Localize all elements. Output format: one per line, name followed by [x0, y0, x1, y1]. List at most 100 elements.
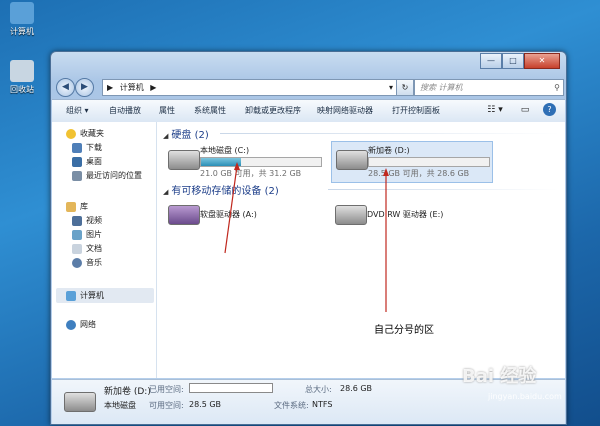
properties-button[interactable]: 属性: [159, 100, 175, 122]
nav-network[interactable]: 网络: [66, 318, 96, 332]
nav-music[interactable]: 音乐: [72, 256, 102, 270]
nav-downloads-label: 下载: [86, 143, 102, 152]
nav-documents[interactable]: 文档: [72, 242, 102, 256]
drive-d-free-space: 28.5 GB 可用，共 28.6 GB: [368, 169, 470, 178]
watermark-logo: Bai 经验: [462, 366, 537, 387]
maximize-button[interactable]: □: [502, 53, 524, 69]
details-free-label: 可用空间:: [149, 401, 184, 410]
map-network-drive-button[interactable]: 映射网络驱动器: [317, 100, 373, 122]
recycle-bin-icon: [10, 60, 34, 82]
nav-favorites-label: 收藏夹: [80, 129, 104, 138]
desktop-recycle-bin-icon[interactable]: 回收站: [0, 60, 44, 95]
file-list: ◢ 硬盘 (2) 本地磁盘 (C:) 21.0 GB 可用，共 31.2 GB 新…: [158, 122, 565, 378]
minimize-button[interactable]: —: [480, 53, 502, 69]
computer-icon: [10, 2, 34, 24]
details-drive-name: 新加卷 (D:): [104, 387, 151, 397]
computer-icon: [66, 290, 76, 301]
hard-disks-group-header[interactable]: ◢ 硬盘 (2): [163, 126, 209, 141]
star-icon: [66, 128, 76, 139]
library-icon: [66, 201, 76, 212]
desktop-computer-icon[interactable]: 计算机: [0, 2, 44, 37]
organize-menu[interactable]: 组织 ▾: [66, 100, 89, 122]
desktop-icon: [72, 156, 82, 167]
caption-buttons: — □ ✕: [480, 53, 560, 69]
music-icon: [72, 257, 82, 268]
navigation-pane: 收藏夹 下载 桌面 最近访问的位置 库 视频 图片 文档 音乐 计算机 网络: [52, 122, 157, 378]
details-total-label: 总大小:: [305, 385, 332, 394]
collapse-triangle-icon[interactable]: ◢: [163, 188, 168, 196]
nav-recent-places-label: 最近访问的位置: [86, 171, 142, 180]
details-filesystem-label: 文件系统:: [274, 401, 309, 410]
nav-pictures[interactable]: 图片: [72, 228, 102, 242]
nav-downloads[interactable]: 下载: [72, 141, 102, 155]
details-drive-type: 本地磁盘: [104, 401, 136, 410]
drive-c[interactable]: 本地磁盘 (C:) 21.0 GB 可用，共 31.2 GB: [164, 142, 329, 182]
hard-drive-windows-icon: [168, 150, 200, 170]
navigation-bar: ◀ ▶ ▶ 计算机 ▶ ▾ ↻ 搜索 计算机 ⚲: [56, 77, 564, 97]
drive-d-usage-bar: [368, 157, 490, 167]
open-control-panel-button[interactable]: 打开控制面板: [392, 100, 440, 122]
nav-libraries-label: 库: [80, 202, 88, 211]
details-free-value: 28.5 GB: [189, 400, 222, 409]
autoplay-button[interactable]: 自动播放: [109, 100, 141, 122]
pictures-icon: [72, 229, 82, 240]
recent-places-icon: [72, 170, 82, 181]
content-area: 收藏夹 下载 桌面 最近访问的位置 库 视频 图片 文档 音乐 计算机 网络 ◢…: [52, 122, 565, 378]
documents-icon: [72, 243, 82, 254]
removable-title: 有可移动存储的设备 (2): [171, 186, 279, 197]
dvd-drive-e[interactable]: DVD RW 驱动器 (E:): [331, 201, 491, 227]
refresh-button[interactable]: ↻: [396, 79, 414, 96]
command-bar: 组织 ▾ 自动播放 属性 系统属性 卸载或更改程序 映射网络驱动器 打开控制面板…: [52, 99, 565, 123]
nav-music-label: 音乐: [86, 258, 102, 267]
search-input[interactable]: 搜索 计算机 ⚲: [414, 79, 564, 96]
nav-computer-label: 计算机: [80, 291, 104, 300]
collapse-triangle-icon[interactable]: ◢: [163, 132, 168, 140]
forward-button[interactable]: ▶: [75, 78, 94, 97]
drive-c-free-space: 21.0 GB 可用，共 31.2 GB: [200, 169, 302, 178]
preview-pane-icon[interactable]: ▭: [519, 103, 531, 118]
view-options-icon[interactable]: ☷ ▾: [484, 103, 506, 118]
address-dropdown-icon[interactable]: ▾: [389, 80, 393, 95]
removable-group-header[interactable]: ◢ 有可移动存储的设备 (2): [163, 182, 279, 197]
nav-desktop[interactable]: 桌面: [72, 155, 102, 169]
desktop-recycle-bin-label: 回收站: [10, 85, 34, 94]
dvd-drive-icon: [335, 205, 367, 225]
address-segment-computer[interactable]: 计算机: [120, 83, 144, 92]
floppy-drive-a[interactable]: 软盘驱动器 (A:): [164, 201, 304, 227]
video-icon: [72, 215, 82, 226]
close-button[interactable]: ✕: [524, 53, 560, 69]
back-button[interactable]: ◀: [56, 78, 75, 97]
floppy-drive-name: 软盘驱动器 (A:): [200, 210, 257, 219]
nav-network-label: 网络: [80, 320, 96, 329]
details-total-value: 28.6 GB: [340, 384, 373, 393]
search-icon[interactable]: ⚲: [554, 80, 560, 95]
drive-c-name: 本地磁盘 (C:): [200, 146, 250, 155]
help-icon[interactable]: ?: [543, 103, 556, 116]
hard-drive-icon: [336, 150, 368, 170]
nav-libraries[interactable]: 库: [66, 200, 88, 214]
details-used-label: 已用空间:: [149, 385, 184, 394]
uninstall-program-button[interactable]: 卸载或更改程序: [245, 100, 301, 122]
group-divider: [220, 133, 560, 134]
nav-documents-label: 文档: [86, 244, 102, 253]
drive-d[interactable]: 新加卷 (D:) 28.5 GB 可用，共 28.6 GB: [331, 141, 493, 183]
nav-videos-label: 视频: [86, 216, 102, 225]
annotation-label: 自己分号的区: [374, 325, 434, 336]
drive-c-usage-fill: [201, 158, 241, 166]
search-placeholder: 搜索 计算机: [420, 83, 463, 92]
nav-computer[interactable]: 计算机: [66, 289, 104, 303]
nav-favorites[interactable]: 收藏夹: [66, 127, 104, 141]
system-properties-button[interactable]: 系统属性: [194, 100, 226, 122]
desktop-computer-label: 计算机: [10, 27, 34, 36]
nav-recent-places[interactable]: 最近访问的位置: [72, 169, 142, 183]
floppy-drive-icon: [168, 205, 200, 225]
address-root-arrow[interactable]: ▶: [107, 83, 113, 92]
group-divider: [328, 189, 558, 190]
address-segment-arrow[interactable]: ▶: [150, 83, 156, 92]
nav-videos[interactable]: 视频: [72, 214, 102, 228]
drive-d-name: 新加卷 (D:): [368, 146, 410, 155]
nav-desktop-label: 桌面: [86, 157, 102, 166]
nav-pictures-label: 图片: [86, 230, 102, 239]
address-bar[interactable]: ▶ 计算机 ▶ ▾: [102, 79, 398, 96]
network-icon: [66, 319, 76, 330]
